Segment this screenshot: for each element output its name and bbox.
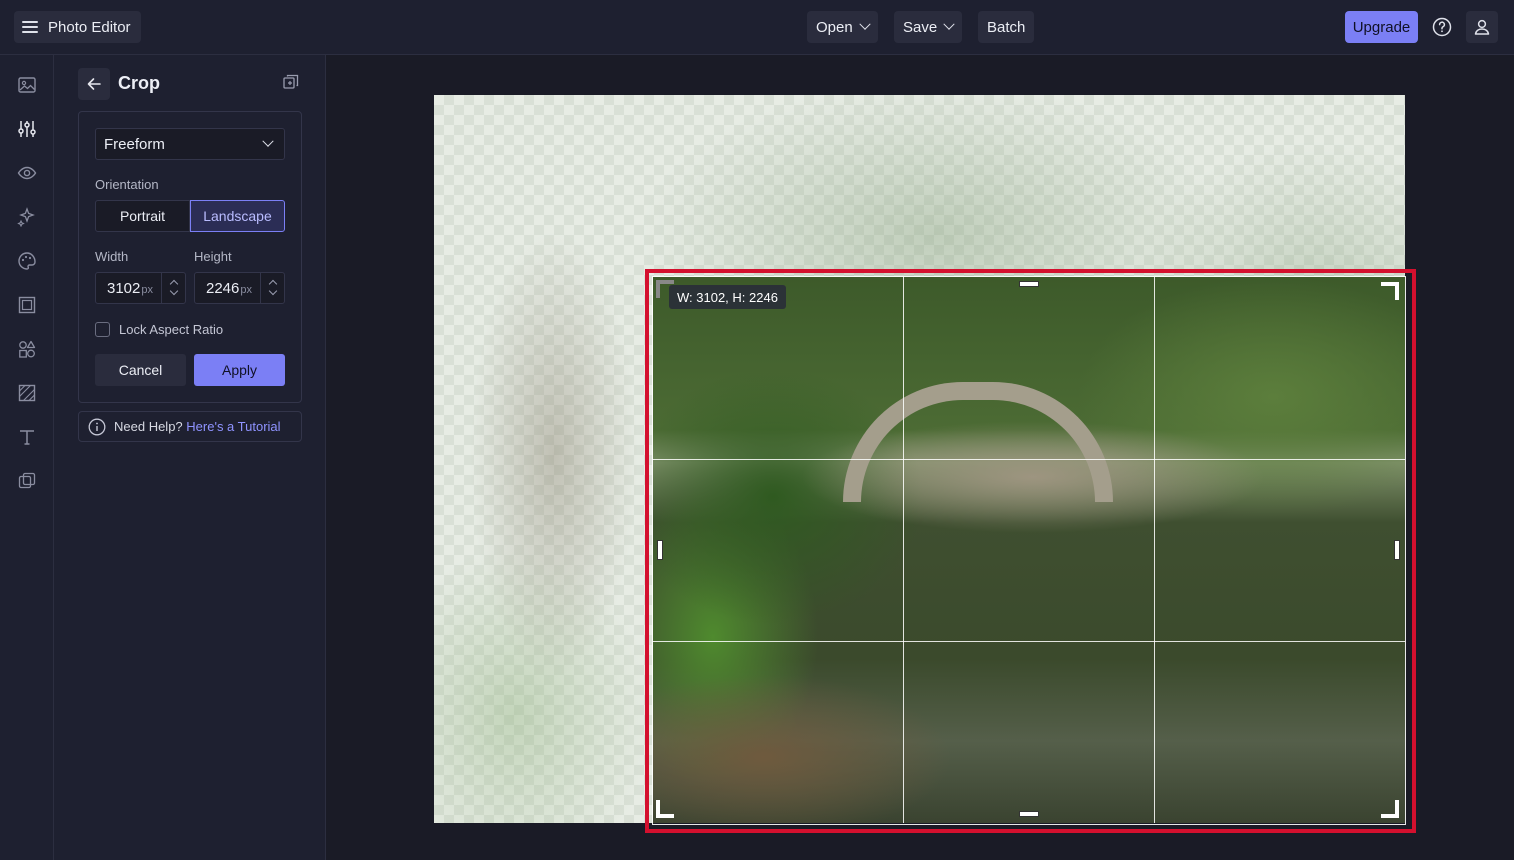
crop-box[interactable] [652,276,1406,825]
info-icon [88,418,106,435]
palette-icon[interactable] [15,249,39,273]
crop-handle-top-right[interactable] [1381,282,1399,300]
overlay-icon[interactable] [15,469,39,493]
width-unit: px [141,284,153,296]
canvas-area: W: 3102, H: 2246 [326,55,1514,860]
save-label: Save [903,18,938,36]
chevron-down-icon [268,286,278,296]
height-value: 2246 [206,280,240,297]
copy-icon[interactable] [282,73,302,93]
width-stepper[interactable] [161,273,185,303]
back-button[interactable] [78,68,110,100]
crop-settings-card: Freeform Orientation Portrait Landscape … [78,111,302,403]
portrait-option[interactable]: Portrait [95,200,190,232]
height-label: Height [194,249,232,264]
orientation-label: Orientation [95,177,159,192]
user-icon [1474,19,1490,35]
account-button[interactable] [1466,11,1498,43]
upgrade-button[interactable]: Upgrade [1345,11,1418,43]
adjust-sliders-icon[interactable] [15,117,39,141]
open-menu-button[interactable]: Open [807,11,878,43]
width-value: 3102 [107,280,141,297]
crop-handle-bottom-right[interactable] [1381,800,1399,818]
crop-handle-right[interactable] [1394,540,1400,560]
help-text: Need Help? [114,419,183,434]
aspect-ratio-select[interactable]: Freeform [95,128,285,160]
text-icon[interactable] [15,425,39,449]
open-label: Open [816,18,853,36]
height-input[interactable]: 2246px [194,272,285,304]
lock-aspect-checkbox[interactable] [95,322,110,337]
chevron-down-icon [169,286,179,296]
crop-handle-top[interactable] [1019,281,1039,287]
crop-panel: Crop Freeform Orientation Portrait Lands… [54,55,326,860]
elements-icon[interactable] [15,337,39,361]
chevron-down-icon [859,18,871,30]
app-title: Photo Editor [48,18,131,36]
question-circle-icon [1432,17,1452,37]
batch-button[interactable]: Batch [978,11,1035,43]
upgrade-label: Upgrade [1352,18,1411,36]
width-label: Width [95,249,129,264]
apply-button[interactable]: Apply [194,354,285,386]
chevron-down-icon [262,135,274,147]
aspect-ratio-value: Freeform [104,135,165,153]
panel-title: Crop [118,73,160,93]
height-unit: px [240,284,252,296]
top-bar: Photo Editor Open Save Batch Upgrade [0,0,1514,55]
width-input[interactable]: 3102px [95,272,186,304]
height-stepper[interactable] [260,273,284,303]
lock-aspect-label: Lock Aspect Ratio [119,322,224,337]
help-button[interactable] [1426,11,1458,43]
frame-icon[interactable] [15,293,39,317]
chevron-down-icon [943,18,955,30]
cancel-button[interactable]: Cancel [95,354,186,386]
help-box: Need Help? Here's a Tutorial [78,411,302,442]
texture-icon[interactable] [15,381,39,405]
save-menu-button[interactable]: Save [894,11,963,43]
crop-handle-bottom[interactable] [1019,811,1039,817]
app-menu-button[interactable]: Photo Editor [14,11,141,43]
landscape-option[interactable]: Landscape [190,200,285,232]
crop-handle-top-left[interactable] [656,280,674,298]
crop-handle-bottom-left[interactable] [656,800,674,818]
batch-label: Batch [987,18,1026,36]
tool-rail [0,55,54,860]
crop-handle-left[interactable] [657,540,663,560]
image-icon[interactable] [15,73,39,97]
hamburger-icon [22,21,38,33]
eye-icon[interactable] [15,161,39,185]
tutorial-link[interactable]: Here's a Tutorial [186,419,280,434]
sparkle-effects-icon[interactable] [15,205,39,229]
crop-dimensions-badge: W: 3102, H: 2246 [669,285,786,309]
arrow-left-icon [87,78,101,90]
